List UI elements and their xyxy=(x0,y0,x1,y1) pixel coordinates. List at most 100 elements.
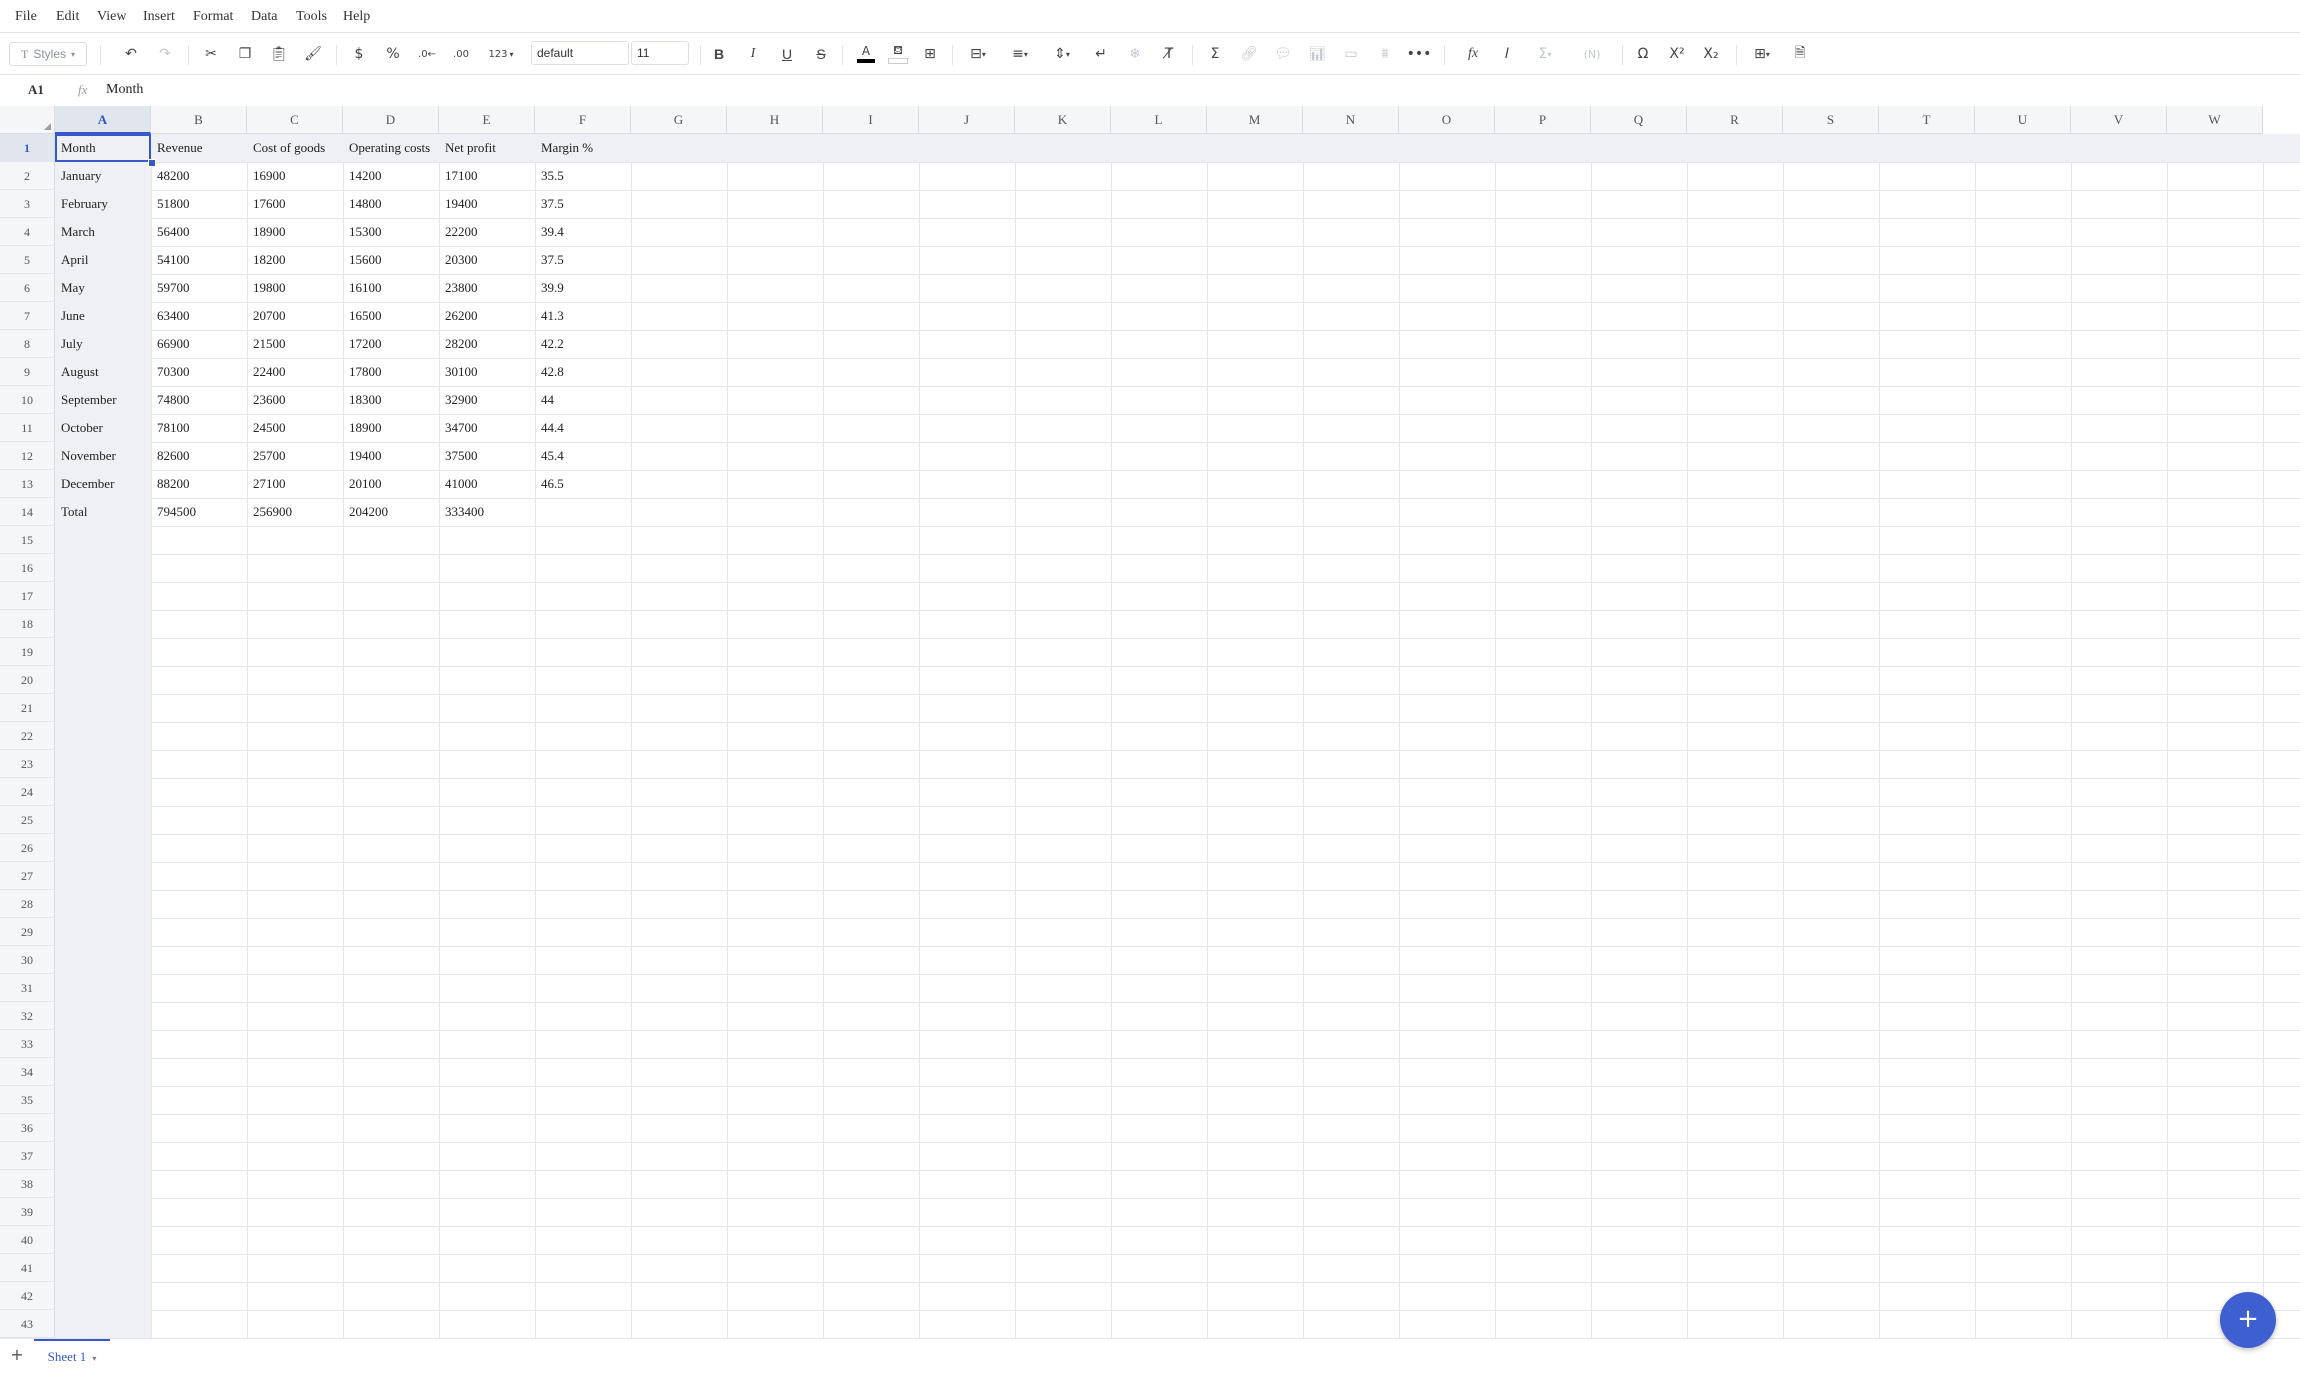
cell-e5[interactable]: 20300 xyxy=(439,246,535,274)
cell-e8[interactable]: 28200 xyxy=(439,330,535,358)
cell-d6[interactable]: 16100 xyxy=(343,274,439,302)
column-header-e[interactable]: E xyxy=(439,106,535,134)
cell-c2[interactable]: 16900 xyxy=(247,162,343,190)
fill-color-button[interactable]: ⛾ xyxy=(885,41,911,67)
cell-b3[interactable]: 51800 xyxy=(151,190,247,218)
cell-c13[interactable]: 27100 xyxy=(247,470,343,498)
cell-d1[interactable]: Operating costs xyxy=(343,134,439,162)
column-header-a[interactable]: A xyxy=(55,106,151,134)
column-header-l[interactable]: L xyxy=(1111,106,1207,134)
cell-a10[interactable]: September xyxy=(55,386,151,414)
column-header-i[interactable]: I xyxy=(823,106,919,134)
row-header-22[interactable]: 22 xyxy=(0,722,55,750)
merge-cells-button[interactable]: ⊟ ▾ xyxy=(962,41,994,67)
document-button[interactable]: 🗎︎ xyxy=(1787,41,1813,67)
cell-c7[interactable]: 20700 xyxy=(247,302,343,330)
row-header-40[interactable]: 40 xyxy=(0,1226,55,1254)
row-header-36[interactable]: 36 xyxy=(0,1114,55,1142)
sum-button[interactable]: Σ xyxy=(1202,41,1228,67)
add-sheet-button[interactable]: + xyxy=(6,1343,28,1367)
row-header-34[interactable]: 34 xyxy=(0,1058,55,1086)
row-header-9[interactable]: 9 xyxy=(0,358,55,386)
row-header-35[interactable]: 35 xyxy=(0,1086,55,1114)
insert-comment-button[interactable]: 💬︎ xyxy=(1270,41,1296,67)
cell-f9[interactable]: 42.8 xyxy=(535,358,631,386)
cell-f3[interactable]: 37.5 xyxy=(535,190,631,218)
menu-edit[interactable]: Edit xyxy=(56,0,79,33)
cell-f14[interactable] xyxy=(535,498,631,526)
sum-dropdown-button[interactable]: Σ ▾ xyxy=(1528,41,1562,67)
cell-c6[interactable]: 19800 xyxy=(247,274,343,302)
special-character-button[interactable]: Ω xyxy=(1630,41,1656,67)
row-header-25[interactable]: 25 xyxy=(0,806,55,834)
cell-e2[interactable]: 17100 xyxy=(439,162,535,190)
row-header-37[interactable]: 37 xyxy=(0,1142,55,1170)
cell-d2[interactable]: 14200 xyxy=(343,162,439,190)
cell-e4[interactable]: 22200 xyxy=(439,218,535,246)
cell-a9[interactable]: August xyxy=(55,358,151,386)
row-header-24[interactable]: 24 xyxy=(0,778,55,806)
row-header-5[interactable]: 5 xyxy=(0,246,55,274)
cell-c5[interactable]: 18200 xyxy=(247,246,343,274)
cell-f12[interactable]: 45.4 xyxy=(535,442,631,470)
cell-f4[interactable]: 39.4 xyxy=(535,218,631,246)
cell-b8[interactable]: 66900 xyxy=(151,330,247,358)
column-header-p[interactable]: P xyxy=(1495,106,1591,134)
row-header-3[interactable]: 3 xyxy=(0,190,55,218)
row-header-23[interactable]: 23 xyxy=(0,750,55,778)
column-header-n[interactable]: N xyxy=(1303,106,1399,134)
row-header-41[interactable]: 41 xyxy=(0,1254,55,1282)
cell-e9[interactable]: 30100 xyxy=(439,358,535,386)
cell-reference[interactable]: A1 xyxy=(0,76,72,104)
insert-image-button[interactable]: ▭ xyxy=(1338,41,1364,67)
cell-d3[interactable]: 14800 xyxy=(343,190,439,218)
row-header-2[interactable]: 2 xyxy=(0,162,55,190)
cell-d11[interactable]: 18900 xyxy=(343,414,439,442)
cell-d4[interactable]: 15300 xyxy=(343,218,439,246)
cell-c1[interactable]: Cost of goods xyxy=(247,134,343,162)
row-header-16[interactable]: 16 xyxy=(0,554,55,582)
column-header-h[interactable]: H xyxy=(727,106,823,134)
cell-a5[interactable]: April xyxy=(55,246,151,274)
column-header-g[interactable]: G xyxy=(631,106,727,134)
column-header-m[interactable]: M xyxy=(1207,106,1303,134)
menu-file[interactable]: File xyxy=(15,0,37,33)
menu-view[interactable]: View xyxy=(97,0,126,33)
menu-data[interactable]: Data xyxy=(251,0,277,33)
row-header-42[interactable]: 42 xyxy=(0,1282,55,1310)
row-header-28[interactable]: 28 xyxy=(0,890,55,918)
row-header-11[interactable]: 11 xyxy=(0,414,55,442)
row-header-32[interactable]: 32 xyxy=(0,1002,55,1030)
cell-b9[interactable]: 70300 xyxy=(151,358,247,386)
freeze-button[interactable]: ❄ xyxy=(1122,41,1148,67)
cut-button[interactable]: ✂ xyxy=(198,41,224,67)
cell-d5[interactable]: 15600 xyxy=(343,246,439,274)
row-header-30[interactable]: 30 xyxy=(0,946,55,974)
cell-f8[interactable]: 42.2 xyxy=(535,330,631,358)
row-header-10[interactable]: 10 xyxy=(0,386,55,414)
row-header-14[interactable]: 14 xyxy=(0,498,55,526)
menu-format[interactable]: Format xyxy=(193,0,233,33)
cell-f6[interactable]: 39.9 xyxy=(535,274,631,302)
cell-a7[interactable]: June xyxy=(55,302,151,330)
cell-c3[interactable]: 17600 xyxy=(247,190,343,218)
cell-f1[interactable]: Margin % xyxy=(535,134,631,162)
formula-input[interactable] xyxy=(100,78,1912,102)
cell-c8[interactable]: 21500 xyxy=(247,330,343,358)
cell-b11[interactable]: 78100 xyxy=(151,414,247,442)
wrap-text-button[interactable]: ↵ xyxy=(1088,41,1114,67)
cell-f7[interactable]: 41.3 xyxy=(535,302,631,330)
italic-button[interactable]: I xyxy=(740,41,766,67)
horizontal-align-button[interactable]: ≡ ▾ xyxy=(1004,41,1036,67)
cell-f2[interactable]: 35.5 xyxy=(535,162,631,190)
cell-a3[interactable]: February xyxy=(55,190,151,218)
select-all-corner[interactable] xyxy=(0,106,55,134)
row-header-31[interactable]: 31 xyxy=(0,974,55,1002)
column-header-o[interactable]: O xyxy=(1399,106,1495,134)
column-header-r[interactable]: R xyxy=(1687,106,1783,134)
row-header-26[interactable]: 26 xyxy=(0,834,55,862)
clear-format-button[interactable]: T̸ xyxy=(1156,41,1182,67)
cell-c14[interactable]: 256900 xyxy=(247,498,343,526)
cell-c10[interactable]: 23600 xyxy=(247,386,343,414)
column-header-u[interactable]: U xyxy=(1975,106,2071,134)
